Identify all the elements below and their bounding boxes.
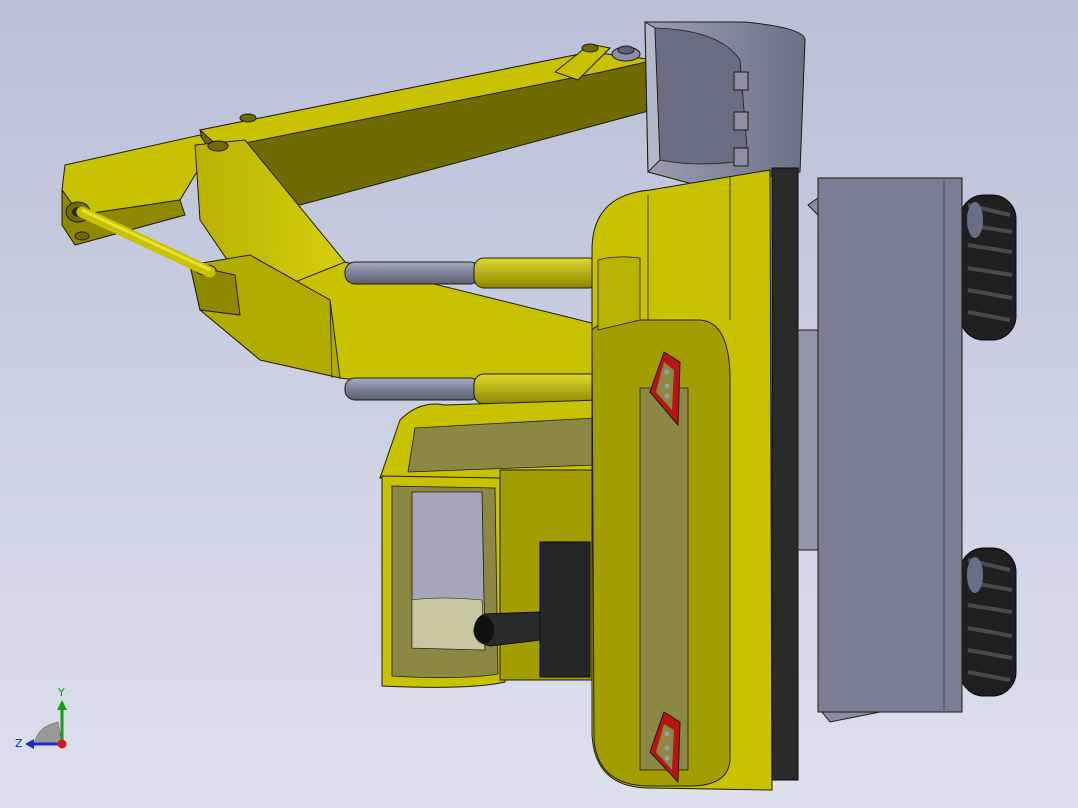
z-axis-label: Z [15,737,23,750]
dozer-blade[interactable] [807,177,963,723]
3d-model-render[interactable] [0,0,1078,808]
bucket[interactable] [644,21,806,187]
chassis-housing[interactable] [591,169,773,791]
tire-upper[interactable] [959,194,1017,341]
mounting-plate[interactable] [771,167,799,781]
graphics-viewport[interactable]: Y Z [0,0,1078,808]
operator-cab[interactable] [379,399,601,688]
x-axis-origin-icon [57,739,67,749]
coordinate-triad: Y Z [15,686,67,750]
lift-cylinder-lower[interactable] [344,373,600,405]
y-axis-label: Y [57,686,65,699]
triad-view-plane [33,721,63,745]
tire-lower[interactable] [959,547,1017,697]
lift-cylinder-upper[interactable] [344,257,600,289]
